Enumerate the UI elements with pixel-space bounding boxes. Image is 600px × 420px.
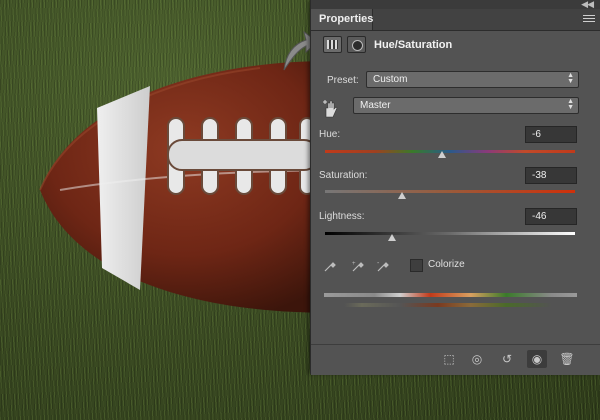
colorize-checkbox[interactable] bbox=[410, 259, 423, 272]
eyedropper-minus-icon[interactable]: - bbox=[376, 259, 390, 273]
hue-sat-adjustment-icon[interactable] bbox=[323, 36, 342, 53]
eyedropper-icon[interactable] bbox=[323, 259, 337, 273]
preset-label: Preset: bbox=[327, 75, 359, 86]
channel-value: Master bbox=[360, 100, 391, 111]
colorize-label: Colorize bbox=[428, 259, 465, 270]
svg-text:-: - bbox=[377, 260, 380, 267]
preset-value: Custom bbox=[373, 74, 408, 85]
eyedropper-plus-icon[interactable]: + bbox=[351, 259, 365, 273]
dropdown-arrows-icon: ▲ ▼ bbox=[567, 98, 574, 111]
lightness-value-field[interactable]: -46 bbox=[525, 208, 577, 225]
color-range-bar-bottom bbox=[324, 303, 577, 307]
saturation-slider-track[interactable] bbox=[325, 190, 575, 193]
hue-label: Hue: bbox=[319, 129, 341, 140]
panel-footer-toolbar: ⬚ ◎ ↺ ◉ 🗑 bbox=[311, 344, 600, 375]
adjustment-header: Hue/Saturation bbox=[311, 31, 600, 61]
color-range-bar-top[interactable] bbox=[324, 293, 577, 297]
lightness-slider-thumb[interactable] bbox=[388, 234, 396, 241]
preset-dropdown[interactable]: Custom ▲ ▼ bbox=[366, 71, 579, 88]
hue-value-field[interactable]: -6 bbox=[525, 126, 577, 143]
lightness-slider-track[interactable] bbox=[325, 232, 575, 235]
visibility-eye-icon[interactable]: ◉ bbox=[527, 350, 547, 368]
hue-slider-thumb[interactable] bbox=[438, 151, 446, 158]
panel-top-strip: ◀◀ bbox=[311, 0, 600, 9]
channel-dropdown[interactable]: Master ▲ ▼ bbox=[353, 97, 579, 114]
saturation-slider-thumb[interactable] bbox=[398, 192, 406, 199]
view-previous-state-icon[interactable]: ◎ bbox=[467, 350, 487, 368]
hue-slider-track[interactable] bbox=[325, 150, 575, 153]
trash-icon[interactable]: 🗑 bbox=[557, 350, 577, 368]
panel-menu-icon[interactable] bbox=[583, 15, 595, 24]
on-image-adjust-hand-icon[interactable] bbox=[321, 99, 341, 119]
panel-tab-bar: Properties bbox=[311, 9, 600, 31]
mask-icon[interactable] bbox=[347, 36, 366, 53]
dropdown-arrows-icon: ▲ ▼ bbox=[567, 72, 574, 85]
tab-properties[interactable]: Properties bbox=[311, 9, 373, 30]
saturation-value-field[interactable]: -38 bbox=[525, 167, 577, 184]
adjustment-title: Hue/Saturation bbox=[374, 39, 453, 51]
reset-icon[interactable]: ↺ bbox=[497, 350, 517, 368]
lightness-label: Lightness: bbox=[319, 211, 365, 222]
svg-text:+: + bbox=[352, 261, 356, 267]
clip-to-layer-icon[interactable]: ⬚ bbox=[439, 350, 459, 368]
properties-panel: ◀◀ Properties Hue/Saturation Preset: Cus… bbox=[310, 0, 600, 375]
saturation-label: Saturation: bbox=[319, 170, 368, 181]
